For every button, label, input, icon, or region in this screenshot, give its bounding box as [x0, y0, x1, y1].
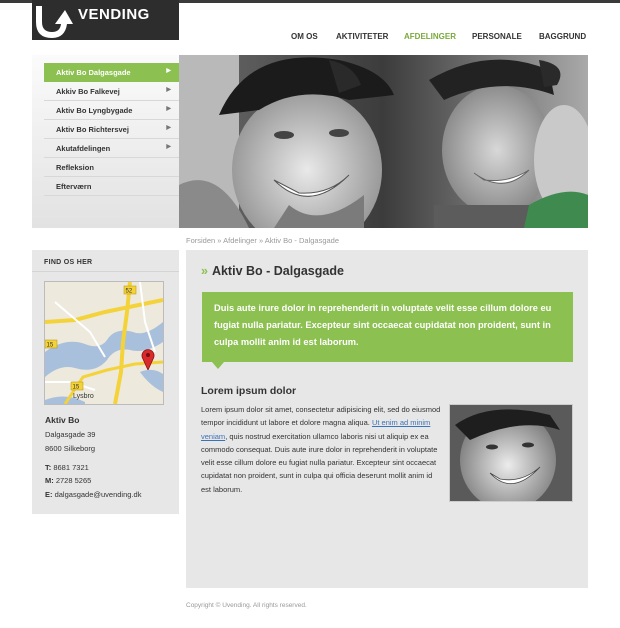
submenu-item-label: Efterværn [56, 182, 92, 191]
submenu-item-eftervaern[interactable]: Efterværn [44, 177, 179, 196]
email-link[interactable]: dalgasgade@uvending.dk [55, 490, 142, 499]
submenu-item-label: Aktiv Bo Dalgasgade [56, 68, 131, 77]
submenu-item-label: Aktiv Bo Lyngbygade [56, 106, 133, 115]
map-pin-icon [141, 349, 155, 370]
location-map[interactable]: 15 52 15 Lysbro [44, 281, 164, 405]
main-content: » Aktiv Bo - Dalgasgade Duis aute irure d… [186, 250, 588, 588]
map-label: 52 [126, 289, 133, 295]
main-nav: OM OS AKTIVITETER AFDELINGER PERSONALE B… [0, 32, 620, 44]
body-text-part: , quis nostrud exercitation ullamco labo… [201, 431, 438, 494]
phone-label: T: [45, 463, 52, 472]
submenu-item-akutafdelingen[interactable]: Akutafdelingen ▶ [44, 139, 179, 158]
nav-item-om-os[interactable]: OM OS [291, 32, 318, 41]
email-label: E: [45, 490, 53, 499]
nav-item-aktiviteter[interactable]: AKTIVITETER [336, 32, 388, 41]
hero-banner: Aktiv Bo Dalgasgade ▶ Akkiv Bo Falkevej … [32, 55, 588, 228]
smiling-man-photo [450, 405, 572, 501]
section-submenu: Aktiv Bo Dalgasgade ▶ Akkiv Bo Falkevej … [32, 55, 179, 228]
section-subtitle: Lorem ipsum dolor [201, 385, 297, 397]
map-label: Lysbro [73, 393, 94, 400]
submenu-item-aktiv-bo-lyngbygade[interactable]: Aktiv Bo Lyngbygade ▶ [44, 101, 179, 120]
find-us-sidebar: FIND OS HER 15 52 15 Lysbro Aktiv Bo Dal… [32, 250, 179, 514]
submenu-item-label: Refleksion [56, 163, 94, 172]
brand-name: VENDING [78, 6, 150, 23]
phone-number[interactable]: 8681 7321 [53, 463, 88, 472]
map-graphic: 15 52 15 Lysbro [45, 282, 163, 404]
chevron-right-icon: ▶ [166, 125, 171, 131]
submenu-item-refleksion[interactable]: Refleksion [44, 158, 179, 177]
chevron-right-icon: ▶ [166, 106, 171, 112]
footer-copyright: Copyright © Uvending. All rights reserve… [186, 602, 307, 609]
divider [32, 271, 179, 272]
content-photo [449, 404, 573, 502]
email-line: E: dalgasgade@uvending.dk [45, 490, 141, 499]
page-title: » Aktiv Bo - Dalgasgade [201, 264, 344, 278]
mobile-number[interactable]: 2728 5265 [56, 476, 91, 485]
submenu-item-label: Akutafdelingen [56, 144, 111, 153]
submenu-item-label: Aktiv Bo Richtersvej [56, 125, 129, 134]
hero-photo [179, 55, 588, 228]
breadcrumb[interactable]: Forsiden » Afdelinger » Aktiv Bo - Dalga… [186, 236, 339, 245]
mobile-line: M: 2728 5265 [45, 476, 91, 485]
submenu-item-label: Akkiv Bo Falkevej [56, 87, 120, 96]
callout-text: Duis aute irure dolor in reprehenderit i… [214, 303, 552, 347]
sidebar-heading: FIND OS HER [44, 259, 93, 266]
submenu-item-aktiv-bo-richtersvej[interactable]: Aktiv Bo Richtersvej ▶ [44, 120, 179, 139]
chevron-right-icon: ▶ [166, 68, 171, 74]
address-street: Dalgasgade 39 [45, 430, 96, 439]
chevron-right-icon: ▶ [166, 87, 171, 93]
nav-item-afdelinger[interactable]: AFDELINGER [404, 32, 456, 41]
map-label: 15 [47, 343, 54, 349]
chevron-right-icon: ▶ [166, 144, 171, 150]
page-title-text: Aktiv Bo - Dalgasgade [211, 264, 344, 278]
map-label: 15 [73, 385, 80, 391]
phone-line: T: 8681 7321 [45, 463, 89, 472]
submenu-item-aktiv-bo-dalgasgade[interactable]: Aktiv Bo Dalgasgade ▶ [44, 63, 179, 82]
nav-item-baggrund[interactable]: BAGGRUND [539, 32, 586, 41]
submenu-item-akkiv-bo-falkevej[interactable]: Akkiv Bo Falkevej ▶ [44, 82, 179, 101]
highlight-callout: Duis aute irure dolor in reprehenderit i… [202, 292, 573, 362]
address-city: 8600 Silkeborg [45, 444, 96, 453]
callout-tail [212, 362, 224, 369]
nav-item-personale[interactable]: PERSONALE [472, 32, 522, 41]
address-name: Aktiv Bo [45, 415, 80, 425]
double-chevron-icon: » [201, 264, 208, 278]
mobile-label: M: [45, 476, 54, 485]
body-paragraph: Lorem ipsum dolor sit amet, consectetur … [201, 403, 441, 496]
